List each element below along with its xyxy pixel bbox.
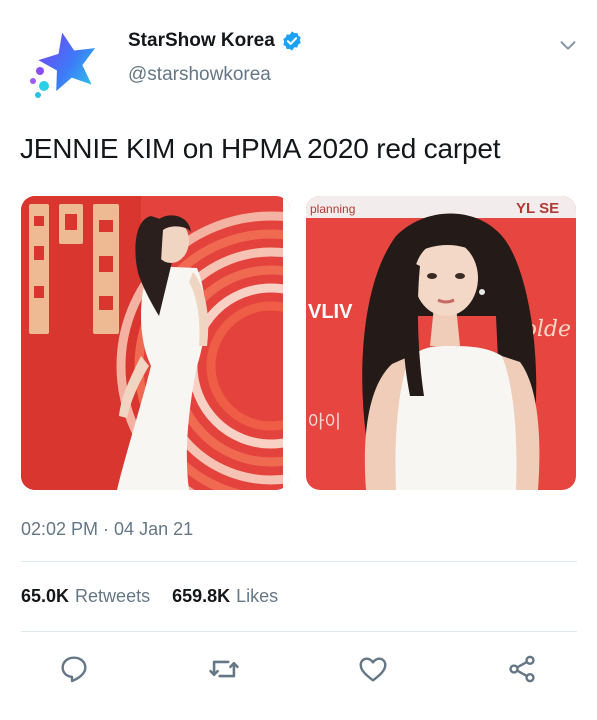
- tweet-timestamp[interactable]: 02:02 PM · 04 Jan 21: [21, 519, 193, 540]
- divider-top: [21, 561, 577, 562]
- red-carpet-photo-left: [21, 196, 290, 490]
- user-handle[interactable]: @starshowkorea: [128, 64, 271, 86]
- tweet-text: JENNIE KIM on HPMA 2020 red carpet: [20, 133, 501, 164]
- retweets-count: 65.0K: [21, 586, 70, 606]
- backdrop-text-ylse: YL SE: [516, 200, 559, 217]
- divider-bottom: [21, 631, 577, 632]
- tweet-stats: 65.0K Retweets 659.8K Likes: [21, 586, 278, 607]
- share-icon: [509, 655, 535, 683]
- backdrop-text-korean: 아이: [308, 412, 341, 433]
- likes-stat[interactable]: 659.8K Likes: [172, 586, 278, 607]
- retweet-icon: [209, 660, 239, 678]
- reply-button[interactable]: [57, 652, 91, 686]
- retweet-button[interactable]: [207, 652, 241, 686]
- chevron-down-icon[interactable]: [557, 34, 579, 56]
- like-button[interactable]: [356, 652, 390, 686]
- reply-icon: [61, 656, 87, 683]
- tweet-photo-right[interactable]: planning YL SE VLIV 아이 Golde: [306, 196, 576, 490]
- tweet-photo-left[interactable]: [21, 196, 290, 490]
- red-carpet-photo-right: planning YL SE VLIV 아이 Golde: [306, 196, 576, 490]
- star-logo-icon: [30, 32, 96, 98]
- verified-badge-icon: [283, 31, 301, 51]
- backdrop-text-vlive: VLIV: [308, 301, 353, 323]
- avatar[interactable]: [24, 24, 104, 104]
- backdrop-text-planning: planning: [310, 202, 355, 216]
- retweets-stat[interactable]: 65.0K Retweets: [21, 586, 150, 607]
- likes-label: Likes: [236, 586, 279, 606]
- like-icon: [359, 657, 387, 682]
- retweets-label: Retweets: [75, 586, 151, 606]
- likes-count: 659.8K: [172, 586, 231, 606]
- share-button[interactable]: [505, 652, 539, 686]
- display-name[interactable]: StarShow Korea: [128, 30, 275, 52]
